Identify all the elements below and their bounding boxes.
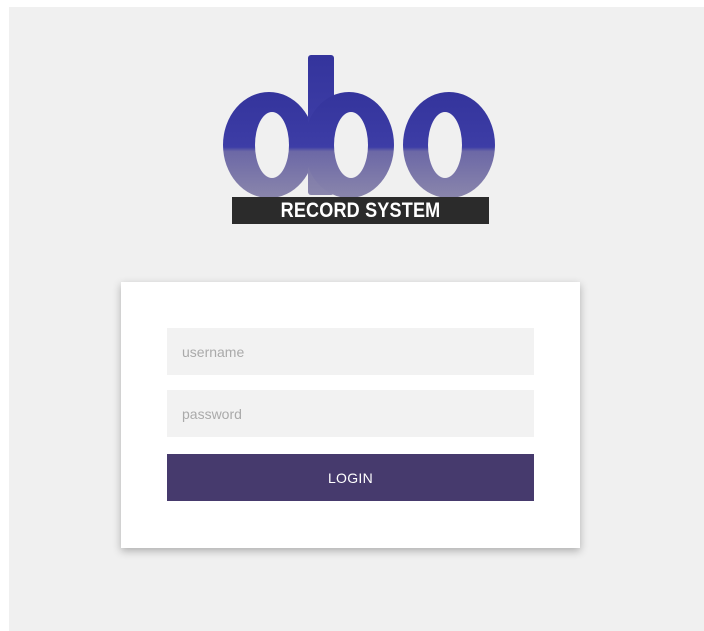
login-button[interactable]: LOGIN — [167, 454, 534, 501]
obo-record-system-logo: RECORD SYSTEM — [223, 50, 495, 228]
password-input[interactable] — [167, 390, 534, 437]
login-page: RECORD SYSTEM LOGIN — [9, 7, 704, 631]
username-input[interactable] — [167, 328, 534, 375]
logo-tagline: RECORD SYSTEM — [280, 199, 441, 222]
login-card: LOGIN — [121, 282, 580, 548]
